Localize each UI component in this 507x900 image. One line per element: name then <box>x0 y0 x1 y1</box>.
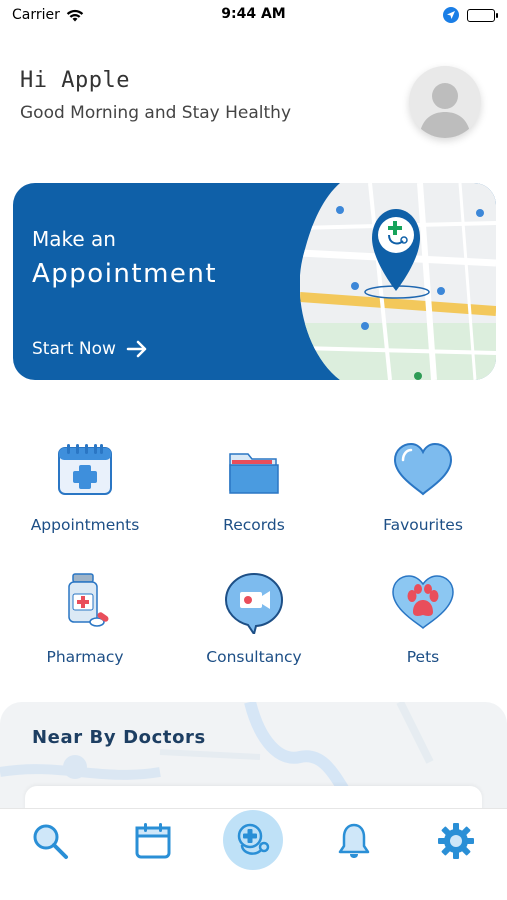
banner-line2: Appointment <box>32 259 218 289</box>
wifi-icon <box>66 9 84 21</box>
service-label: Records <box>223 516 285 534</box>
service-records[interactable]: Records <box>169 438 339 534</box>
calendar-icon <box>135 823 171 859</box>
service-favourites[interactable]: Favourites <box>338 438 507 534</box>
search-icon <box>33 824 68 859</box>
start-now-button[interactable]: Start Now <box>32 339 148 359</box>
avatar[interactable] <box>409 66 481 138</box>
tab-notifications[interactable] <box>334 821 374 861</box>
paw-heart-icon <box>392 575 454 630</box>
greeting-subtitle: Good Morning and Stay Healthy <box>20 103 292 123</box>
battery-icon <box>467 8 498 22</box>
service-label: Pets <box>406 648 440 666</box>
folder-icon <box>229 453 279 494</box>
nearby-doctors-title: Near By Doctors <box>32 727 206 748</box>
service-label: Pharmacy <box>46 648 124 666</box>
location-arrow-icon <box>443 7 459 23</box>
tab-home[interactable] <box>223 810 283 870</box>
tab-bar <box>0 808 507 900</box>
greeting-block: Hi Apple Good Morning and Stay Healthy <box>20 68 291 123</box>
heart-icon <box>393 442 453 496</box>
service-pets[interactable]: Pets <box>338 570 507 666</box>
map-illustration <box>300 183 496 380</box>
bell-icon <box>338 823 370 858</box>
start-now-label: Start Now <box>32 339 116 359</box>
service-appointments[interactable]: Appointments <box>0 438 170 534</box>
tab-calendar[interactable] <box>133 821 173 861</box>
tab-search[interactable] <box>30 821 70 861</box>
video-chat-icon <box>224 572 284 634</box>
service-label: Consultancy <box>206 648 302 666</box>
calendar-plus-icon <box>58 444 112 495</box>
user-avatar-icon <box>409 66 481 138</box>
stethoscope-icon <box>237 823 270 855</box>
service-label: Appointments <box>30 516 140 534</box>
service-pharmacy[interactable]: Pharmacy <box>0 570 170 666</box>
status-bar: Carrier 9:44 AM <box>0 0 507 30</box>
service-consultancy[interactable]: Consultancy <box>169 570 339 666</box>
carrier-label: Carrier <box>12 7 60 23</box>
tab-settings[interactable] <box>436 821 476 861</box>
banner-line1: Make an <box>32 227 116 251</box>
greeting-title: Hi Apple <box>20 68 130 93</box>
status-bar-left: Carrier <box>12 7 84 23</box>
gear-icon <box>438 823 474 859</box>
medicine-bottle-icon <box>68 573 109 627</box>
arrow-right-icon <box>126 340 147 358</box>
nearby-doctors-section: Near By Doctors <box>0 702 507 812</box>
service-label: Favourites <box>383 516 463 534</box>
appointment-banner[interactable]: Make an Appointment Start Now <box>13 183 496 380</box>
status-bar-right <box>443 7 498 23</box>
